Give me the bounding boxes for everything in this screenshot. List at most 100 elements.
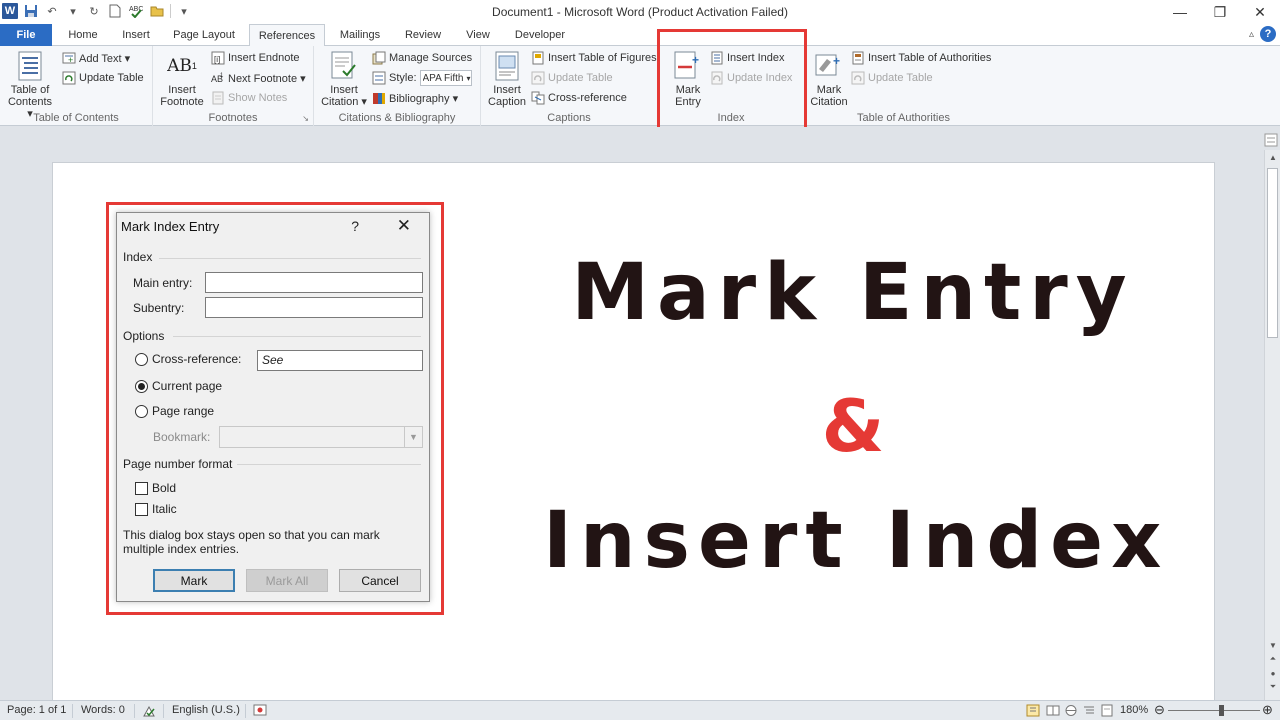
zoom-out-icon[interactable]: ⊖ — [1154, 702, 1165, 718]
restore-button[interactable]: ❐ — [1200, 0, 1240, 24]
minimize-ribbon-icon[interactable]: ▵ — [1249, 29, 1254, 40]
minimize-button[interactable]: — — [1160, 0, 1200, 24]
view-ruler-icon[interactable] — [1264, 133, 1278, 147]
bold-checkbox[interactable] — [135, 482, 148, 495]
zoom-slider-track[interactable] — [1168, 710, 1260, 711]
group-table-of-authorities: + Mark Citation Insert Table of Authorit… — [805, 46, 1002, 126]
svg-text:+: + — [68, 55, 73, 65]
footnotes-dialog-launcher-icon[interactable]: ↘ — [302, 114, 309, 123]
heading-mark-entry: Mark Entry — [571, 248, 1135, 338]
outline-view-icon[interactable] — [1082, 704, 1096, 720]
mark-all-button[interactable]: Mark All — [246, 569, 328, 592]
next-footnote-icon: AB 1 — [211, 71, 225, 85]
insert-citation-button[interactable]: Insert Citation ▾ — [318, 50, 370, 108]
table-of-authorities-icon — [851, 51, 865, 65]
cross-reference-input[interactable]: See — [257, 350, 423, 371]
update-toc-label: Update Table — [79, 72, 144, 84]
status-bar: Page: 1 of 1 Words: 0 English (U.S.) 180… — [0, 700, 1280, 720]
insert-table-of-figures-button[interactable]: Insert Table of Figures — [531, 49, 657, 67]
scroll-up-icon[interactable]: ▲ — [1265, 150, 1280, 164]
cross-reference-radio[interactable] — [135, 353, 148, 366]
proofing-icon[interactable] — [142, 704, 158, 720]
svg-text:1: 1 — [220, 73, 224, 79]
index-section-divider — [159, 258, 421, 259]
scroll-down-icon[interactable]: ▼ — [1265, 638, 1280, 652]
style-dropdown[interactable]: APA Fifth ▾ — [419, 70, 472, 86]
close-window-button[interactable]: ✕ — [1240, 0, 1280, 24]
mark-citation-button[interactable]: + Mark Citation — [807, 50, 851, 108]
insert-table-of-authorities-button[interactable]: Insert Table of Authorities — [851, 49, 991, 67]
bookmark-select[interactable]: ▼ — [219, 426, 423, 448]
zoom-in-icon[interactable]: ⊕ — [1262, 702, 1273, 718]
web-layout-icon[interactable] — [1064, 704, 1078, 720]
tab-review[interactable]: Review — [398, 24, 448, 46]
print-layout-view-icon[interactable] — [1026, 704, 1040, 720]
tab-home[interactable]: Home — [60, 24, 106, 46]
cancel-button[interactable]: Cancel — [339, 569, 421, 592]
bibliography-label: Bibliography ▾ — [389, 92, 459, 105]
tab-insert[interactable]: Insert — [114, 24, 158, 46]
style-label: Style: — [389, 72, 417, 84]
current-page-radio[interactable] — [135, 380, 148, 393]
update-authorities-table-label: Update Table — [868, 72, 933, 84]
tab-page-layout[interactable]: Page Layout — [166, 24, 242, 46]
bibliography-button[interactable]: Bibliography ▾ — [372, 89, 458, 107]
language[interactable]: English (U.S.) — [172, 704, 240, 716]
tab-references[interactable]: References — [249, 24, 325, 47]
options-section-label: Options — [123, 329, 165, 343]
page-range-radio[interactable] — [135, 405, 148, 418]
zoom-level[interactable]: 180% — [1120, 704, 1148, 716]
table-of-figures-icon — [531, 51, 545, 65]
bibliography-icon — [372, 91, 386, 105]
subentry-input[interactable] — [205, 297, 423, 318]
insert-endnote-label: Insert Endnote — [228, 52, 300, 64]
title-bar: W ↶ ▾ ↻ ABC ▾ Document1 - Microsoft Word… — [0, 0, 1280, 24]
cross-reference-radio-label: Cross-reference: — [152, 352, 242, 366]
group-footnotes: AB 1 Insert Footnote [i] Insert Endnote A… — [153, 46, 314, 126]
main-entry-input[interactable] — [205, 272, 423, 293]
help-icon[interactable]: ? — [1260, 26, 1276, 42]
insert-caption-button[interactable]: Insert Caption — [483, 50, 531, 108]
dialog-help-icon[interactable]: ? — [351, 218, 359, 234]
cross-reference-button[interactable]: Cross-reference — [531, 89, 627, 107]
vertical-scrollbar[interactable]: ▲ ▼ ⏶ ● ⏷ — [1264, 150, 1280, 700]
table-of-contents-icon — [15, 50, 45, 82]
dialog-close-icon[interactable]: ✕ — [397, 216, 411, 236]
update-authorities-table-button[interactable]: Update Table — [851, 69, 933, 87]
tab-view[interactable]: View — [456, 24, 500, 46]
update-toc-button[interactable]: Update Table — [62, 69, 144, 87]
manage-sources-button[interactable]: Manage Sources — [372, 49, 472, 67]
next-footnote-label: Next Footnote ▾ — [228, 72, 306, 85]
insert-table-of-authorities-label: Insert Table of Authorities — [868, 52, 992, 64]
next-page-icon[interactable]: ⏷ — [1265, 680, 1280, 694]
insert-endnote-button[interactable]: [i] Insert Endnote — [211, 49, 300, 67]
macro-record-icon[interactable] — [253, 704, 267, 719]
browse-object-icon[interactable]: ● — [1265, 666, 1280, 680]
zoom-slider-thumb[interactable] — [1219, 705, 1224, 716]
update-captions-table-button[interactable]: Update Table — [531, 69, 613, 87]
show-notes-button[interactable]: Show Notes — [211, 89, 287, 107]
tab-file[interactable]: File — [0, 24, 52, 46]
previous-page-icon[interactable]: ⏶ — [1265, 652, 1280, 666]
page-number-format-label: Page number format — [123, 457, 233, 471]
insert-citation-label: Insert Citation ▾ — [321, 84, 367, 108]
tab-developer[interactable]: Developer — [508, 24, 572, 46]
scrollbar-thumb[interactable] — [1267, 168, 1278, 338]
add-text-button[interactable]: + Add Text ▾ — [62, 49, 130, 67]
page-count[interactable]: Page: 1 of 1 — [7, 704, 66, 716]
style-dropdown-value: APA Fifth — [422, 72, 463, 84]
window-title: Document1 - Microsoft Word (Product Acti… — [492, 5, 788, 19]
next-footnote-button[interactable]: AB 1 Next Footnote ▾ — [211, 69, 306, 87]
word-count[interactable]: Words: 0 — [81, 704, 125, 716]
mark-button[interactable]: Mark — [153, 569, 235, 592]
mark-citation-label: Mark Citation — [810, 84, 848, 108]
draft-view-icon[interactable] — [1100, 704, 1114, 720]
footnote-ab-text: AB — [167, 56, 192, 76]
full-screen-reading-icon[interactable] — [1046, 704, 1060, 720]
group-table-of-contents: Table of Contents ▾ + Add Text ▾ Update … — [0, 46, 153, 126]
dialog-title: Mark Index Entry — [121, 219, 220, 234]
italic-checkbox[interactable] — [135, 503, 148, 516]
tab-mailings[interactable]: Mailings — [332, 24, 388, 46]
table-of-contents-button[interactable]: Table of Contents ▾ — [4, 50, 56, 120]
insert-footnote-button[interactable]: AB 1 Insert Footnote — [157, 50, 207, 109]
